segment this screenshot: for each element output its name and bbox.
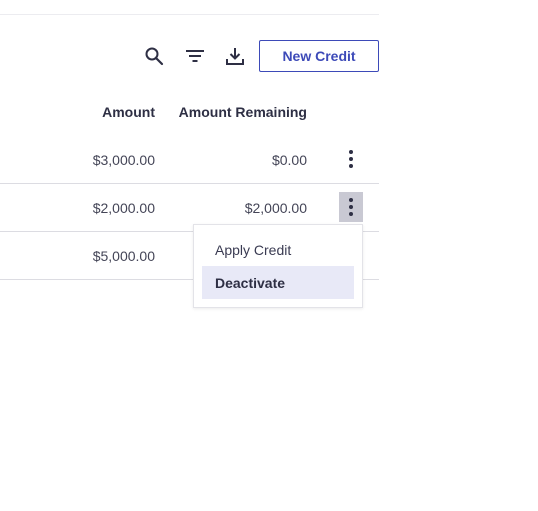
- search-icon[interactable]: [142, 44, 166, 68]
- amount-remaining-cell: $0.00: [271, 152, 307, 168]
- table-toolbar: New Credit: [0, 40, 379, 72]
- column-header-amount-remaining[interactable]: Amount Remaining: [179, 104, 307, 120]
- top-divider: [0, 14, 379, 15]
- filter-icon[interactable]: [183, 44, 207, 68]
- row-actions-menu: Apply Credit Deactivate: [193, 224, 363, 308]
- amount-cell: $2,000.00: [92, 200, 155, 216]
- amount-remaining-cell: $2,000.00: [244, 200, 307, 216]
- download-icon[interactable]: [223, 44, 247, 68]
- column-header-amount[interactable]: Amount: [102, 104, 155, 120]
- row-actions-kebab-icon[interactable]: [339, 192, 363, 222]
- menu-item-deactivate[interactable]: Deactivate: [202, 266, 354, 299]
- table-row[interactable]: $3,000.00 $0.00: [0, 136, 379, 184]
- new-credit-button[interactable]: New Credit: [259, 40, 379, 72]
- table-header: Amount Amount Remaining: [0, 88, 379, 136]
- menu-item-apply-credit[interactable]: Apply Credit: [202, 233, 354, 266]
- amount-cell: $3,000.00: [92, 152, 155, 168]
- row-actions-kebab-icon[interactable]: [339, 144, 363, 174]
- amount-cell: $5,000.00: [92, 248, 155, 264]
